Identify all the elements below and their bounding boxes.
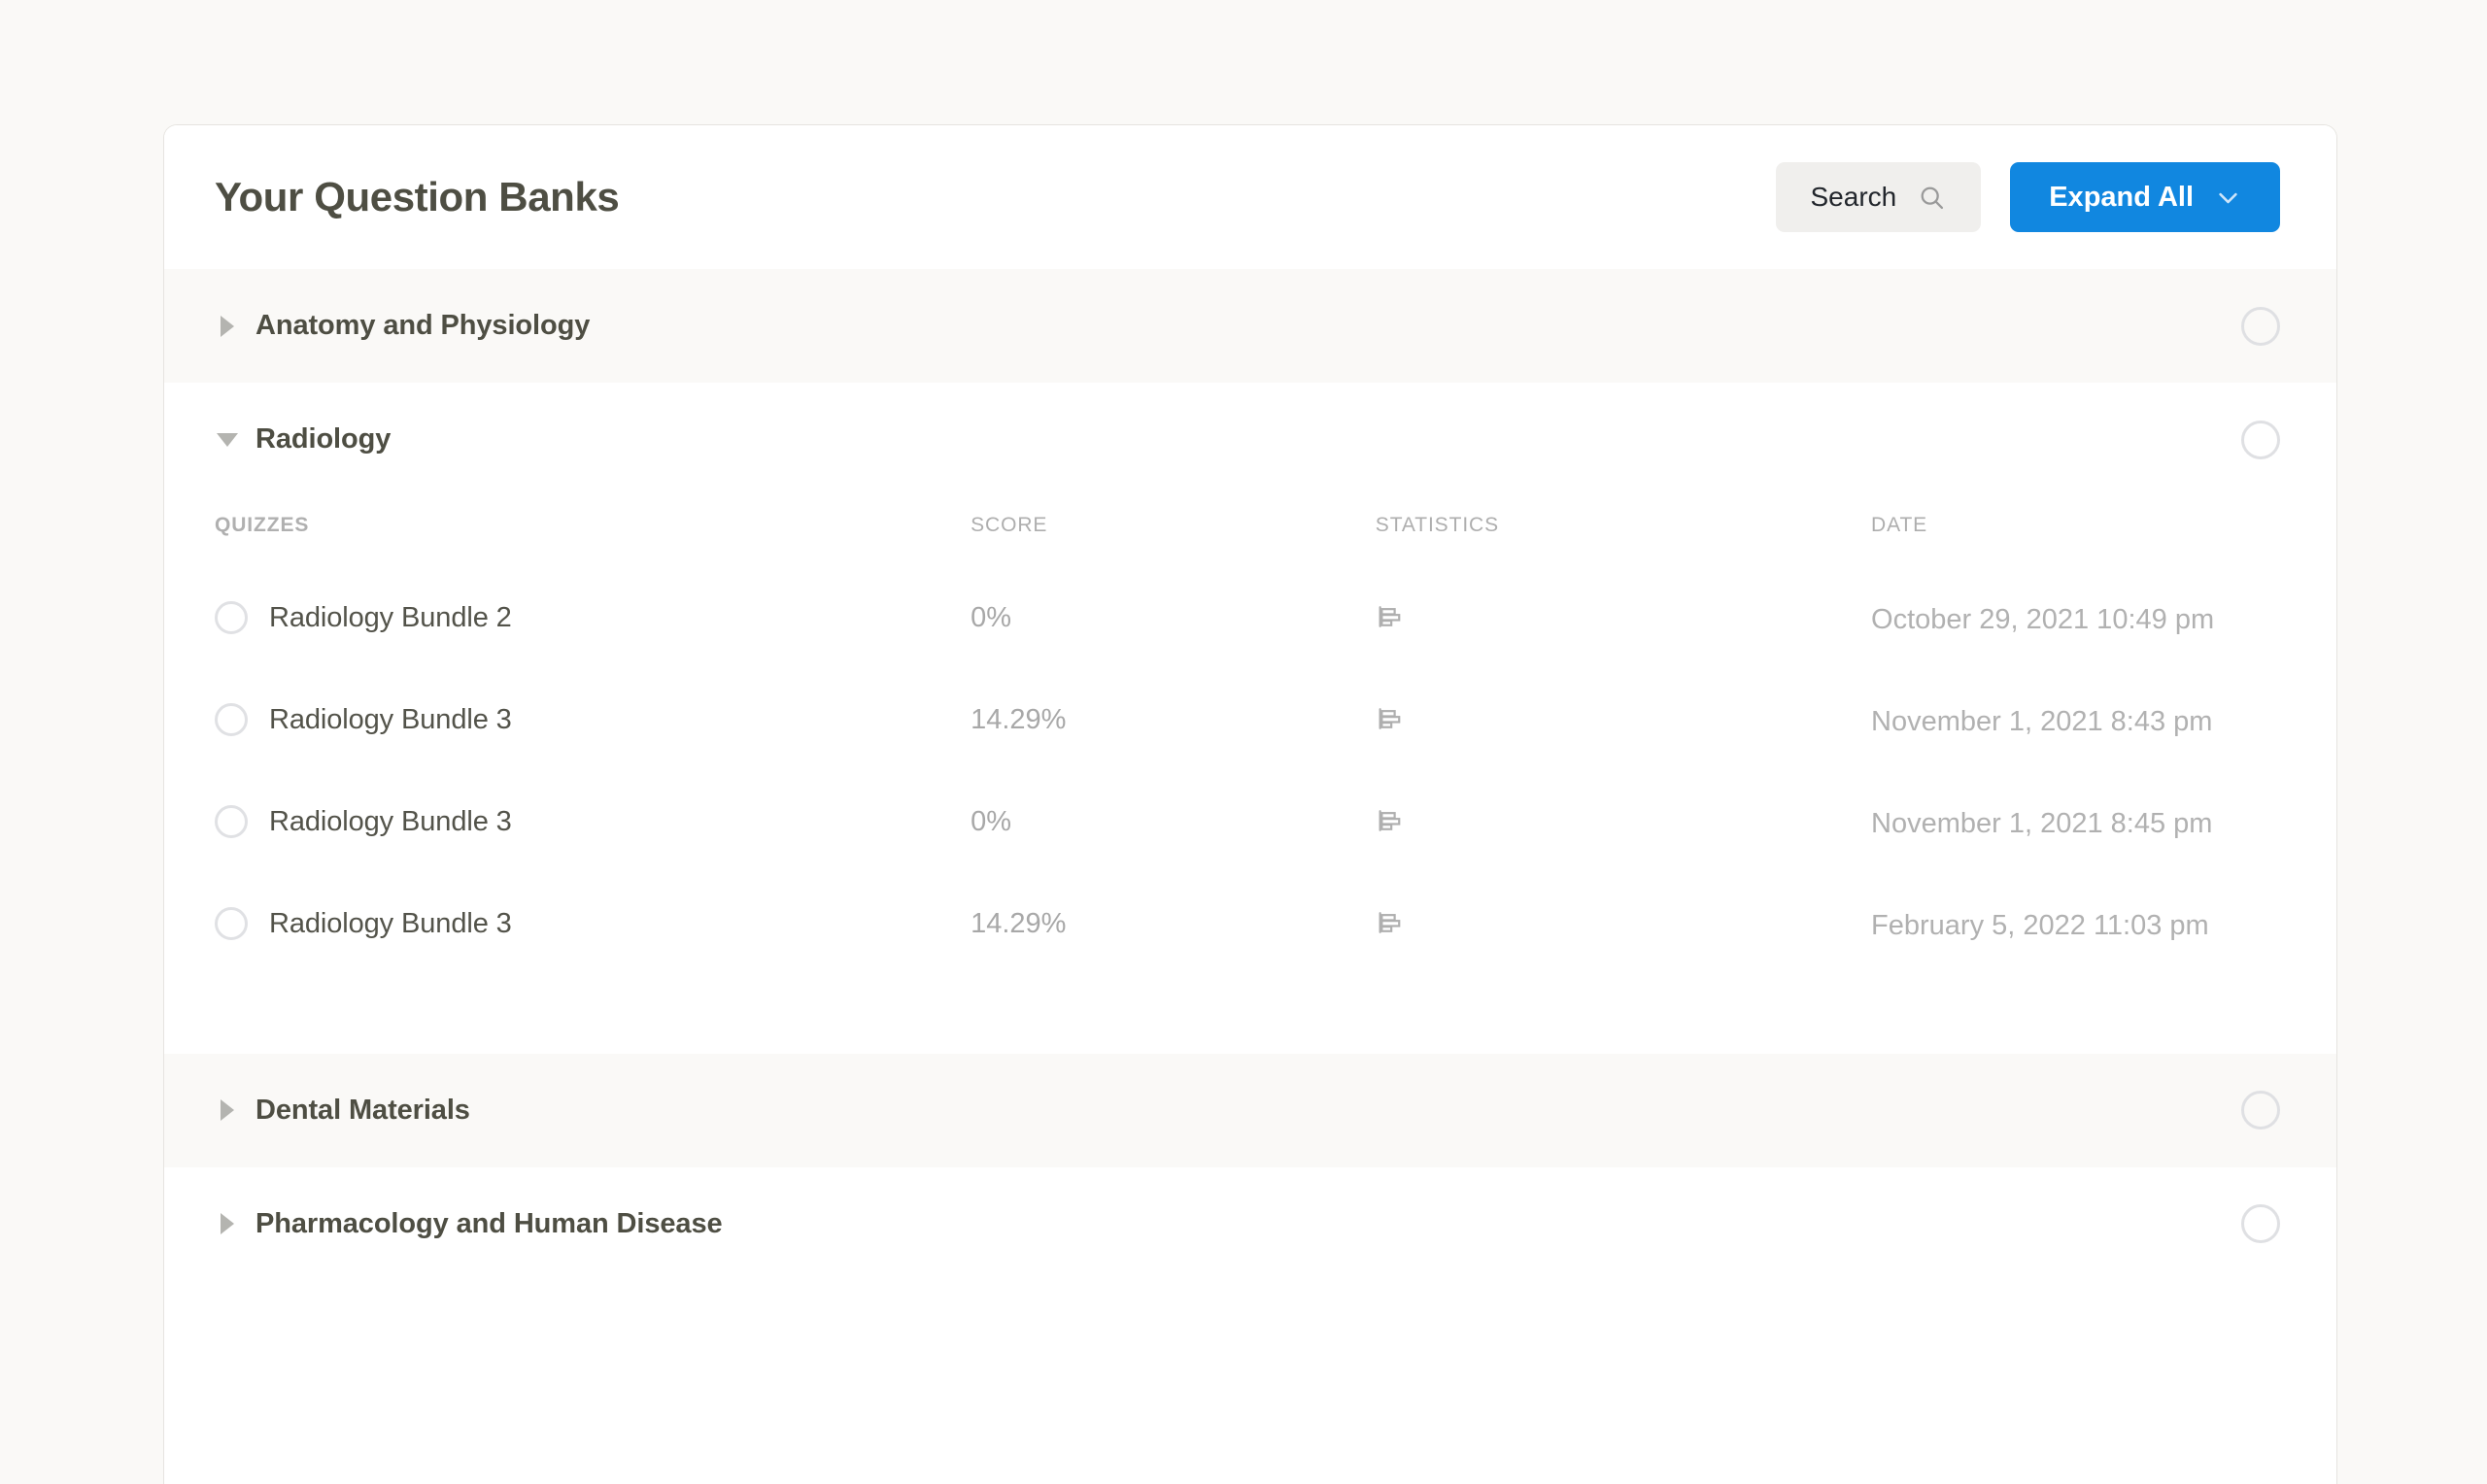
quiz-date-cell: February 5, 2022 11:03 pm xyxy=(1871,905,2280,1007)
card-header: Your Question Banks Search Expand All xyxy=(164,125,2336,269)
section-row-radiology[interactable]: Radiology xyxy=(164,383,2336,496)
quiz-date: October 29, 2021 10:49 pm xyxy=(1871,604,2215,635)
quiz-score: 14.29% xyxy=(971,703,1067,735)
table-row[interactable]: Radiology Bundle 2 0% October 29, 2021 1… xyxy=(215,599,2280,701)
section-title: Radiology xyxy=(256,423,392,455)
quiz-name: Radiology Bundle 3 xyxy=(269,907,512,939)
search-icon xyxy=(1918,184,1946,212)
quiz-statistics-cell xyxy=(1376,905,1871,1007)
bar-chart-icon[interactable] xyxy=(1376,701,1405,733)
caret-right-icon xyxy=(215,1097,240,1123)
table-row[interactable]: Radiology Bundle 3 14.29% xyxy=(215,905,2280,1007)
caret-down-icon xyxy=(215,427,240,453)
caret-right-icon xyxy=(215,314,240,339)
section-row-pharmacology-and-human-disease[interactable]: Pharmacology and Human Disease xyxy=(164,1166,2336,1281)
radiology-quizzes-panel: QUIZZES SCORE STATISTICS DATE Radiology … xyxy=(164,496,2336,1054)
section-select-circle-icon[interactable] xyxy=(2241,420,2280,459)
quiz-score: 0% xyxy=(971,602,1012,633)
expand-all-button[interactable]: Expand All xyxy=(2010,162,2280,232)
quiz-date-cell: November 1, 2021 8:45 pm xyxy=(1871,803,2280,905)
table-row[interactable]: Radiology Bundle 3 14.29% xyxy=(215,701,2280,803)
bar-chart-icon[interactable] xyxy=(1376,599,1405,631)
header-actions: Search Expand All xyxy=(1775,162,2280,232)
quizzes-table: QUIZZES SCORE STATISTICS DATE Radiology … xyxy=(215,496,2280,1007)
section-select-circle-icon[interactable] xyxy=(2241,306,2280,346)
search-button-label: Search xyxy=(1810,182,1897,212)
quiz-select-circle-icon[interactable] xyxy=(215,601,248,634)
column-header-quizzes: QUIZZES xyxy=(215,514,310,536)
quiz-name-cell: Radiology Bundle 3 xyxy=(215,701,971,803)
quiz-statistics-cell xyxy=(1376,803,1871,905)
table-row[interactable]: Radiology Bundle 3 0% November 1, 2021 8… xyxy=(215,803,2280,905)
quiz-score-cell: 0% xyxy=(971,599,1376,701)
column-header-score: SCORE xyxy=(971,514,1048,536)
quiz-name: Radiology Bundle 3 xyxy=(269,703,512,735)
quiz-name-cell: Radiology Bundle 3 xyxy=(215,905,971,1007)
section-row-anatomy-and-physiology[interactable]: Anatomy and Physiology xyxy=(164,269,2336,383)
table-header-row: QUIZZES SCORE STATISTICS DATE xyxy=(215,496,2280,599)
column-header-statistics: STATISTICS xyxy=(1375,514,1500,536)
question-banks-card: Your Question Banks Search Expand All An… xyxy=(163,124,2337,1484)
quiz-select-circle-icon[interactable] xyxy=(215,702,248,736)
section-select-circle-icon[interactable] xyxy=(2241,1204,2280,1244)
quiz-name: Radiology Bundle 3 xyxy=(269,805,512,837)
quiz-select-circle-icon[interactable] xyxy=(215,804,248,838)
search-button[interactable]: Search xyxy=(1775,162,1982,232)
quiz-date: February 5, 2022 11:03 pm xyxy=(1871,909,2209,941)
quiz-date-cell: November 1, 2021 8:43 pm xyxy=(1871,701,2280,803)
section-row-dental-materials[interactable]: Dental Materials xyxy=(164,1053,2336,1167)
quiz-score-cell: 14.29% xyxy=(971,701,1376,803)
page-title: Your Question Banks xyxy=(215,174,620,219)
bar-chart-icon[interactable] xyxy=(1376,905,1405,937)
expand-all-button-label: Expand All xyxy=(2049,181,2194,213)
chevron-down-icon xyxy=(2215,185,2241,211)
quiz-date: November 1, 2021 8:43 pm xyxy=(1871,705,2213,737)
quiz-statistics-cell xyxy=(1376,599,1871,701)
quiz-score-cell: 14.29% xyxy=(971,905,1376,1007)
bar-chart-icon[interactable] xyxy=(1376,803,1405,835)
quiz-score: 14.29% xyxy=(971,907,1067,939)
section-title: Pharmacology and Human Disease xyxy=(256,1207,723,1239)
quiz-score: 0% xyxy=(971,805,1012,837)
quiz-statistics-cell xyxy=(1376,701,1871,803)
quiz-date-cell: October 29, 2021 10:49 pm xyxy=(1871,599,2280,701)
caret-right-icon xyxy=(215,1211,240,1236)
section-select-circle-icon[interactable] xyxy=(2241,1091,2280,1130)
quiz-name-cell: Radiology Bundle 2 xyxy=(215,599,971,701)
section-title: Dental Materials xyxy=(256,1094,470,1126)
quiz-select-circle-icon[interactable] xyxy=(215,906,248,940)
section-title: Anatomy and Physiology xyxy=(256,310,591,341)
quiz-score-cell: 0% xyxy=(971,803,1376,905)
quiz-name: Radiology Bundle 2 xyxy=(269,602,512,633)
quiz-date: November 1, 2021 8:45 pm xyxy=(1871,807,2213,839)
column-header-date: DATE xyxy=(1871,514,1928,536)
quiz-name-cell: Radiology Bundle 3 xyxy=(215,803,971,905)
